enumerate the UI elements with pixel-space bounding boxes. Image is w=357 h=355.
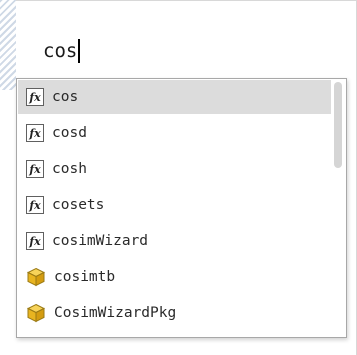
completion-item-cosimwizard[interactable]: fx cosimWizard <box>18 224 331 258</box>
completion-item-cos[interactable]: fx cos <box>18 80 331 114</box>
function-icon: fx <box>26 88 44 106</box>
completion-item-cosimwizardpkg[interactable]: CosimWizardPkg <box>18 296 331 330</box>
completion-item-cosets[interactable]: fx cosets <box>18 188 331 222</box>
completion-item-label: cosimWizard <box>52 233 149 249</box>
scrollbar-thumb[interactable] <box>334 82 342 168</box>
completion-item-cosd[interactable]: fx cosd <box>18 116 331 150</box>
command-input[interactable]: cos <box>43 35 81 67</box>
command-window: cos fx cos fx cosd fx cosh fx cosets fx … <box>0 0 357 355</box>
completion-item-label: CosimWizardPkg <box>54 305 177 321</box>
function-icon: fx <box>26 232 44 250</box>
completion-item-cosimtb[interactable]: cosimtb <box>18 260 331 294</box>
top-border <box>0 0 357 1</box>
completion-item-label: cosd <box>52 125 87 141</box>
gutter-hatch <box>0 0 16 90</box>
completion-scrollbar[interactable] <box>331 80 345 336</box>
function-icon: fx <box>26 124 44 142</box>
function-icon: fx <box>26 160 44 178</box>
text-caret <box>78 39 81 63</box>
completion-item-label: cosimtb <box>54 269 116 285</box>
package-icon <box>26 267 46 287</box>
completion-item-cosh[interactable]: fx cosh <box>18 152 331 186</box>
completion-item-label: cosets <box>52 197 105 213</box>
function-icon: fx <box>26 196 44 214</box>
completion-item-label: cos <box>52 89 79 105</box>
package-icon <box>26 303 46 323</box>
completion-popup: fx cos fx cosd fx cosh fx cosets fx cosi… <box>16 78 347 338</box>
command-input-text: cos <box>43 40 78 62</box>
completion-item-label: cosh <box>52 161 87 177</box>
